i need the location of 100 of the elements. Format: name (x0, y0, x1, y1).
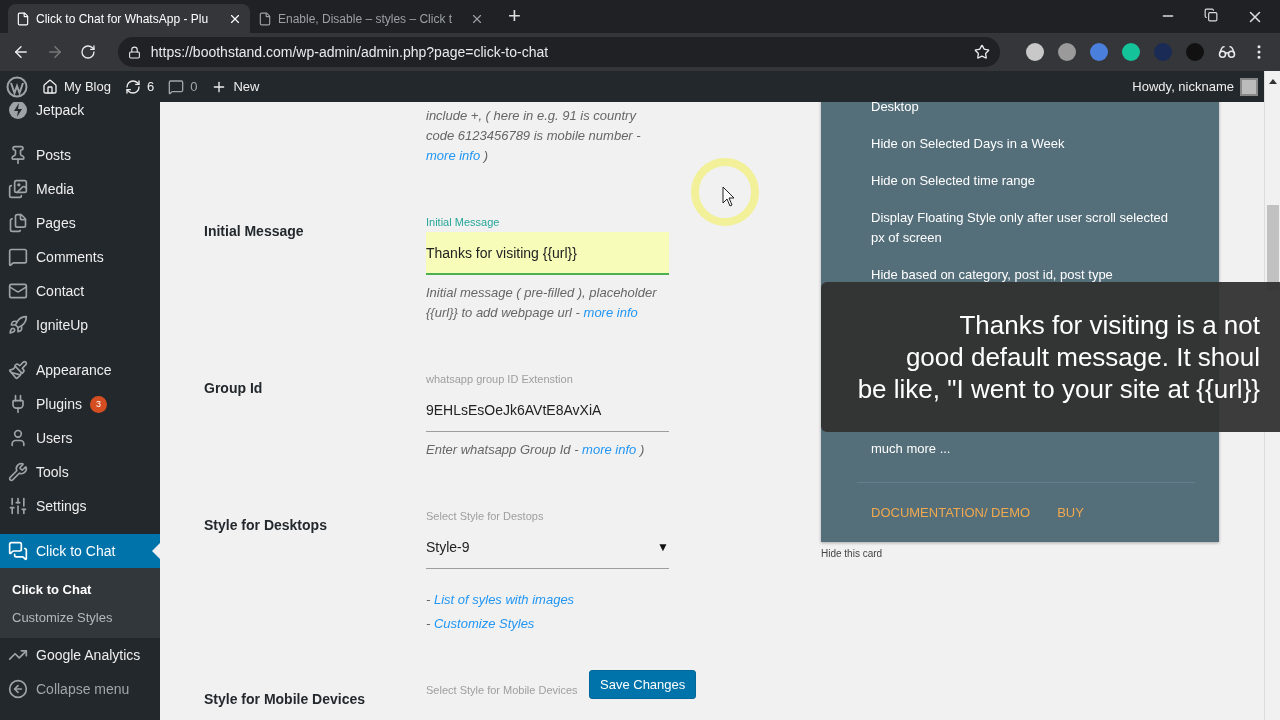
menu-item[interactable]: Plugins 3 (0, 387, 160, 421)
menu-label: Collapse menu (36, 681, 130, 697)
page-icon (258, 11, 272, 26)
pages-icon (8, 213, 28, 233)
field-description: Enter whatsapp Group Id - more info ) (426, 441, 646, 459)
menu-label: Appearance (36, 362, 112, 378)
link-line: - Customize Styles (426, 615, 536, 633)
feature-item: much more ... (871, 440, 952, 458)
rocket-icon (8, 315, 28, 335)
menu-label: Posts (36, 147, 71, 163)
menu-item[interactable]: Appearance (0, 353, 160, 387)
menu-item[interactable]: Tools (0, 455, 160, 489)
wordpress-logo[interactable] (6, 75, 28, 98)
menu-label: Tools (36, 464, 69, 480)
menu-item[interactable]: Pages (0, 206, 160, 240)
menu-label: Media (36, 181, 75, 197)
setting-label: Style for Desktops (204, 516, 328, 535)
menu-item[interactable]: Comments (0, 240, 160, 274)
menu-item[interactable]: Users (0, 421, 160, 455)
submenu-item[interactable]: Customize Styles (0, 603, 160, 631)
new-tab-button[interactable]: + (508, 3, 521, 29)
star-icon[interactable] (974, 44, 990, 60)
menu-label: Plugins (36, 396, 82, 412)
menu-item[interactable]: Contact (0, 274, 160, 308)
menu-item[interactable]: IgniteUp (0, 308, 160, 342)
caption-line: be like, "I went to your site at {{url}} (857, 373, 1260, 405)
field-description: include +, ( here in e.g. 91 is country code 6123456789 is mobile number - more info ) (426, 107, 642, 165)
field-label: whatsapp group ID Extenstion (426, 373, 573, 387)
menu-item[interactable]: Click to Chat (0, 534, 160, 568)
caret-icon: ▼ (657, 540, 669, 554)
text-field[interactable]: 9EHLsEsOeJk6AVtE8AvXiA (426, 389, 669, 432)
address-bar[interactable]: https://boothstand.com/wp-admin/admin.php?page=click-to-chat (117, 37, 1000, 67)
setting-label: Group Id (204, 379, 264, 398)
menu-item[interactable]: Settings (0, 489, 160, 523)
wrench-icon (8, 462, 28, 482)
site-link[interactable]: My Blog (42, 78, 111, 95)
save-button[interactable]: Save Changes (589, 670, 697, 699)
mail-icon (8, 281, 28, 301)
sliders-icon (8, 496, 28, 516)
restore-icon[interactable] (1204, 7, 1218, 22)
extension-icon[interactable] (1090, 43, 1108, 61)
lock-icon (127, 45, 141, 59)
field-label: Select Style for Mobile Devices (426, 684, 578, 698)
menu-item[interactable]: Collapse menu (0, 672, 160, 706)
setting-label: Style for Mobile Devices (204, 690, 367, 707)
feature-item: Hide based on category, post id, post type (871, 266, 1114, 284)
cursor-highlight-drawing (690, 157, 760, 227)
style-select[interactable]: Style-9 ▼ (426, 526, 669, 569)
extension-icon[interactable] (1058, 43, 1076, 61)
field-description: Initial message ( pre-filled ), placeholder {{url}} to add webpage url - more info (426, 284, 657, 322)
home-icon (42, 78, 58, 95)
pin-icon (8, 145, 28, 165)
menu-label: Jetpack (36, 102, 85, 118)
scroll-up-icon[interactable] (1267, 77, 1278, 85)
avatar (1240, 77, 1258, 96)
menu-item[interactable]: Media (0, 172, 160, 206)
count-badge: 3 (89, 395, 107, 413)
paintbrush-icon (8, 360, 28, 380)
caption-line: Thanks for visiting is a not (959, 309, 1260, 341)
extension-icon[interactable] (1122, 43, 1140, 61)
new-link[interactable]: New (211, 78, 260, 95)
menu-label: Click to Chat (36, 543, 116, 559)
refresh-icon (124, 78, 141, 95)
menu-label: Contact (36, 283, 85, 299)
caption-line: good default message. It shoul (905, 341, 1260, 373)
comments-link[interactable]: 0 (168, 78, 198, 95)
extension-icon[interactable] (1026, 43, 1044, 61)
chat-icon (8, 541, 28, 561)
media-icon (8, 179, 28, 199)
feature-item: Desktop (871, 102, 920, 116)
comment-icon (8, 247, 28, 267)
comment-icon (168, 78, 185, 95)
menu-item[interactable]: Posts (0, 138, 160, 172)
browser-tab[interactable]: Click to Chat for WhatsApp - Plu (8, 4, 250, 33)
menu-item[interactable]: Google Analytics (0, 638, 160, 672)
page-icon (16, 11, 30, 26)
arrow-left-icon (8, 679, 28, 699)
menu-label: Users (36, 430, 73, 446)
submenu-item[interactable]: Click to Chat (0, 575, 160, 603)
field-label: Initial Message (426, 216, 500, 230)
hide-card-link[interactable]: Hide this card (821, 548, 1219, 559)
feature-item: Hide on Selected Days in a Week (871, 135, 1066, 153)
menu-label: Settings (36, 498, 87, 514)
menu-label: Pages (36, 215, 76, 231)
feature-item: Display Floating Style only after user scroll selected px of screen (871, 209, 1169, 247)
menu-item[interactable]: Jetpack (0, 102, 160, 127)
text-field[interactable]: Thanks for visiting {{url}} (426, 232, 669, 275)
user-icon (8, 428, 28, 448)
feature-item: Hide on Selected time range (871, 172, 1037, 190)
reload-icon[interactable] (79, 44, 96, 60)
menu-label: Google Analytics (36, 647, 141, 663)
menu-label: IgniteUp (36, 317, 89, 333)
updates-link[interactable]: 6 (124, 78, 155, 95)
menu-label: Comments (36, 249, 104, 265)
back-icon[interactable] (12, 43, 30, 61)
browser-tab[interactable]: Enable, Disable – styles – Click t (250, 4, 492, 33)
incognito-icon[interactable] (1218, 43, 1236, 61)
account-link[interactable]: Howdy, nickname (1132, 77, 1258, 96)
setting-label: Initial Message (204, 222, 305, 241)
link-line: - List of syles with images (426, 591, 576, 609)
